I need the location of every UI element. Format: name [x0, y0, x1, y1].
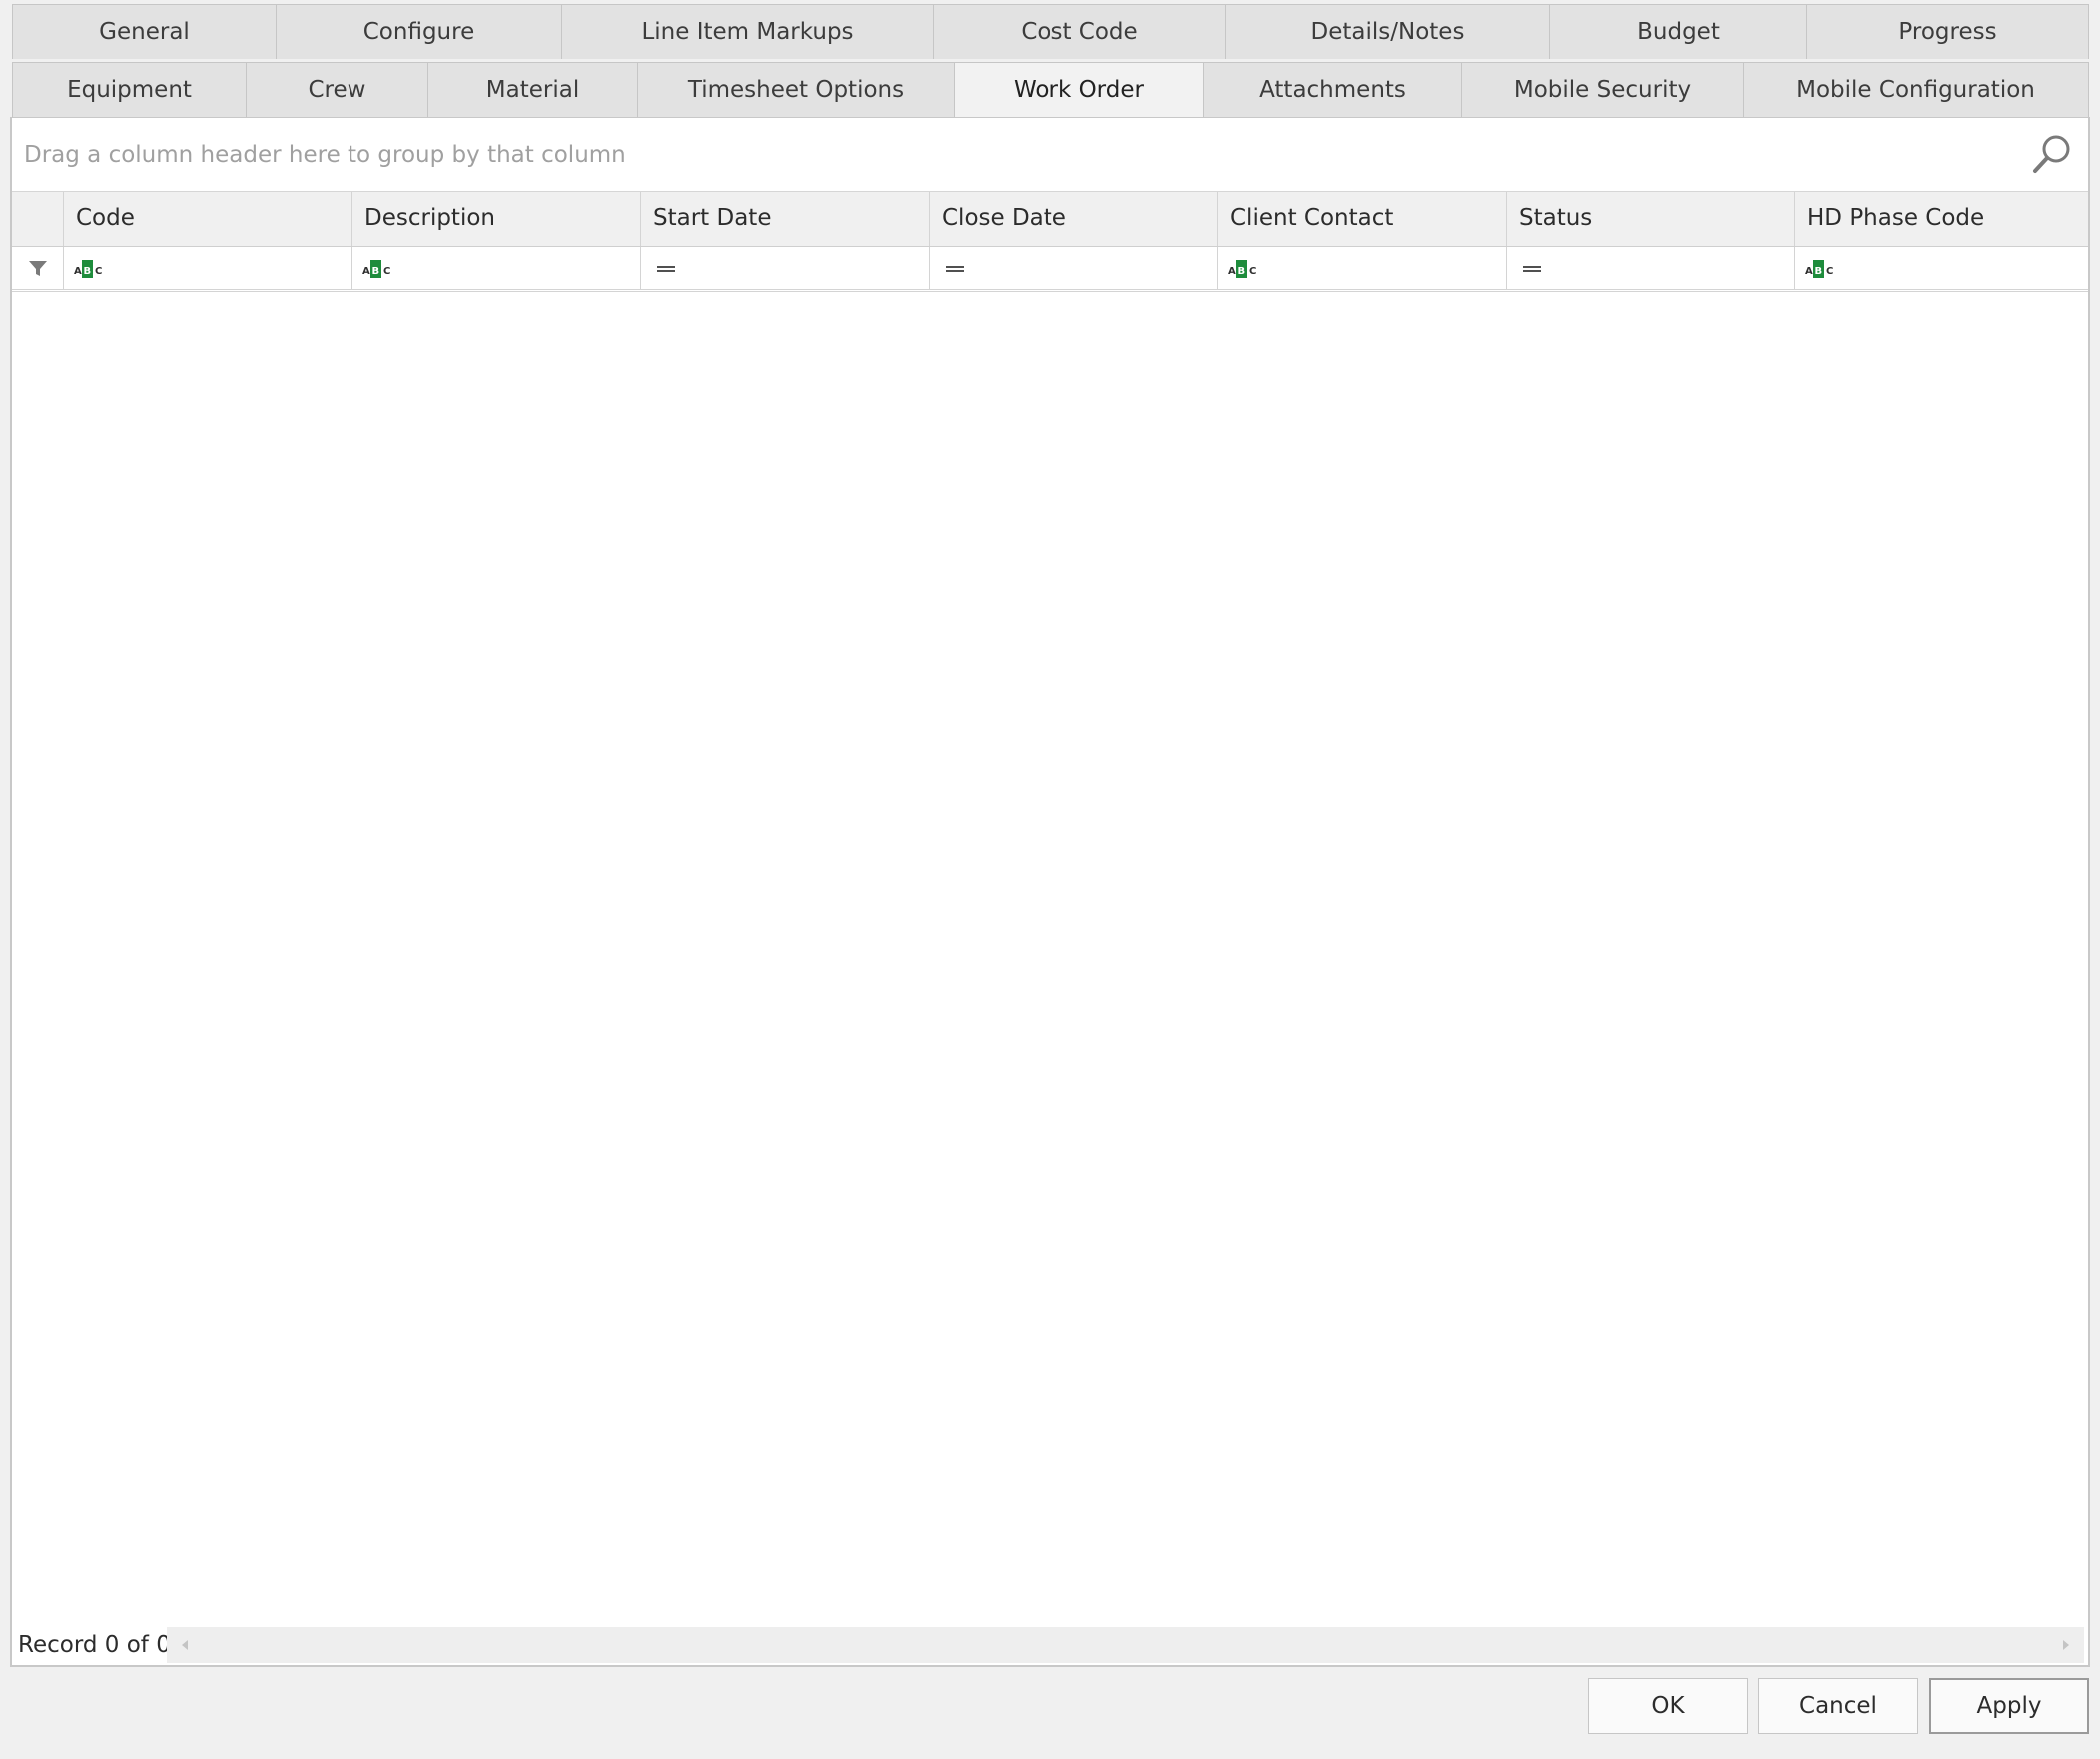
- svg-text:A: A: [362, 266, 370, 277]
- tab-mobile-configuration[interactable]: Mobile Configuration: [1743, 62, 2089, 117]
- cancel-button[interactable]: Cancel: [1758, 1678, 1918, 1734]
- column-header-label: HD Phase Code: [1807, 205, 1985, 231]
- ok-button[interactable]: OK: [1588, 1678, 1748, 1734]
- text-filter-icon[interactable]: A B C: [74, 260, 108, 278]
- filter-cell-status[interactable]: [1507, 247, 1795, 289]
- record-counter: Record 0 of 0: [18, 1632, 171, 1658]
- tab-details-notes[interactable]: Details/Notes: [1225, 4, 1550, 59]
- filter-cell-hd-phase-code[interactable]: A B C: [1795, 247, 2088, 289]
- equals-filter-icon[interactable]: [1517, 260, 1551, 278]
- column-header-label: Code: [76, 205, 135, 231]
- grid-footer: Record 0 of 0: [12, 1625, 2088, 1665]
- funnel-icon: [29, 261, 47, 276]
- filter-cell-description[interactable]: A B C: [352, 247, 641, 289]
- svg-text:C: C: [95, 266, 102, 277]
- apply-button[interactable]: Apply: [1929, 1678, 2089, 1734]
- equals-filter-icon[interactable]: [940, 260, 974, 278]
- tab-configure[interactable]: Configure: [276, 4, 562, 59]
- filter-row-indicator: [12, 247, 64, 289]
- svg-text:B: B: [372, 266, 380, 277]
- column-header-client-contact[interactable]: Client Contact: [1218, 192, 1507, 246]
- tab-cost-code[interactable]: Cost Code: [933, 4, 1226, 59]
- svg-text:C: C: [1249, 266, 1256, 277]
- svg-text:A: A: [1805, 266, 1813, 277]
- tab-attachments[interactable]: Attachments: [1203, 62, 1462, 117]
- column-header-label: Start Date: [653, 205, 772, 231]
- tab-material[interactable]: Material: [427, 62, 638, 117]
- scroll-left-arrow-icon[interactable]: [177, 1637, 193, 1653]
- column-header-close-date[interactable]: Close Date: [930, 192, 1218, 246]
- tab-mobile-security[interactable]: Mobile Security: [1461, 62, 1744, 117]
- filter-cell-start-date[interactable]: [641, 247, 930, 289]
- tab-timesheet-options[interactable]: Timesheet Options: [637, 62, 955, 117]
- scroll-right-arrow-icon[interactable]: [2058, 1637, 2074, 1653]
- column-header-label: Status: [1519, 205, 1593, 231]
- group-by-hint: Drag a column header here to group by th…: [24, 142, 626, 168]
- tab-line-item-markups[interactable]: Line Item Markups: [561, 4, 934, 59]
- tab-row-top: General Configure Line Item Markups Cost…: [12, 4, 2089, 59]
- column-header-status[interactable]: Status: [1507, 192, 1795, 246]
- svg-text:A: A: [1228, 266, 1236, 277]
- svg-text:B: B: [1238, 266, 1246, 277]
- column-header-start-date[interactable]: Start Date: [641, 192, 930, 246]
- tab-work-order[interactable]: Work Order: [954, 62, 1204, 117]
- svg-text:B: B: [84, 266, 92, 277]
- auto-filter-row: A B C A B C A B C A B C: [12, 247, 2088, 292]
- work-order-grid: Drag a column header here to group by th…: [10, 117, 2090, 1667]
- tab-budget[interactable]: Budget: [1549, 4, 1807, 59]
- magnifier-icon[interactable]: [2030, 132, 2074, 176]
- grid-data-area[interactable]: [12, 294, 2088, 1623]
- filter-cell-client-contact[interactable]: A B C: [1218, 247, 1507, 289]
- tab-equipment[interactable]: Equipment: [12, 62, 247, 117]
- column-header-row: Code Description Start Date Close Date C…: [12, 192, 2088, 247]
- group-by-panel[interactable]: Drag a column header here to group by th…: [12, 118, 2088, 192]
- horizontal-scrollbar[interactable]: [167, 1627, 2084, 1663]
- equals-filter-icon[interactable]: [651, 260, 685, 278]
- row-indicator-header: [12, 192, 64, 246]
- tab-crew[interactable]: Crew: [246, 62, 428, 117]
- tab-progress[interactable]: Progress: [1806, 4, 2089, 59]
- tab-general[interactable]: General: [12, 4, 277, 59]
- column-header-hd-phase-code[interactable]: HD Phase Code: [1795, 192, 2088, 246]
- column-header-label: Client Contact: [1230, 205, 1394, 231]
- filter-cell-code[interactable]: A B C: [64, 247, 352, 289]
- tab-row-bottom: Equipment Crew Material Timesheet Option…: [12, 62, 2089, 117]
- column-header-code[interactable]: Code: [64, 192, 352, 246]
- column-header-label: Close Date: [942, 205, 1066, 231]
- column-header-description[interactable]: Description: [352, 192, 641, 246]
- filter-cell-close-date[interactable]: [930, 247, 1218, 289]
- svg-text:C: C: [1826, 266, 1833, 277]
- text-filter-icon[interactable]: A B C: [1805, 260, 1839, 278]
- svg-text:C: C: [383, 266, 390, 277]
- svg-text:A: A: [74, 266, 82, 277]
- svg-text:B: B: [1815, 266, 1823, 277]
- text-filter-icon[interactable]: A B C: [1228, 260, 1262, 278]
- text-filter-icon[interactable]: A B C: [362, 260, 396, 278]
- column-header-label: Description: [364, 205, 495, 231]
